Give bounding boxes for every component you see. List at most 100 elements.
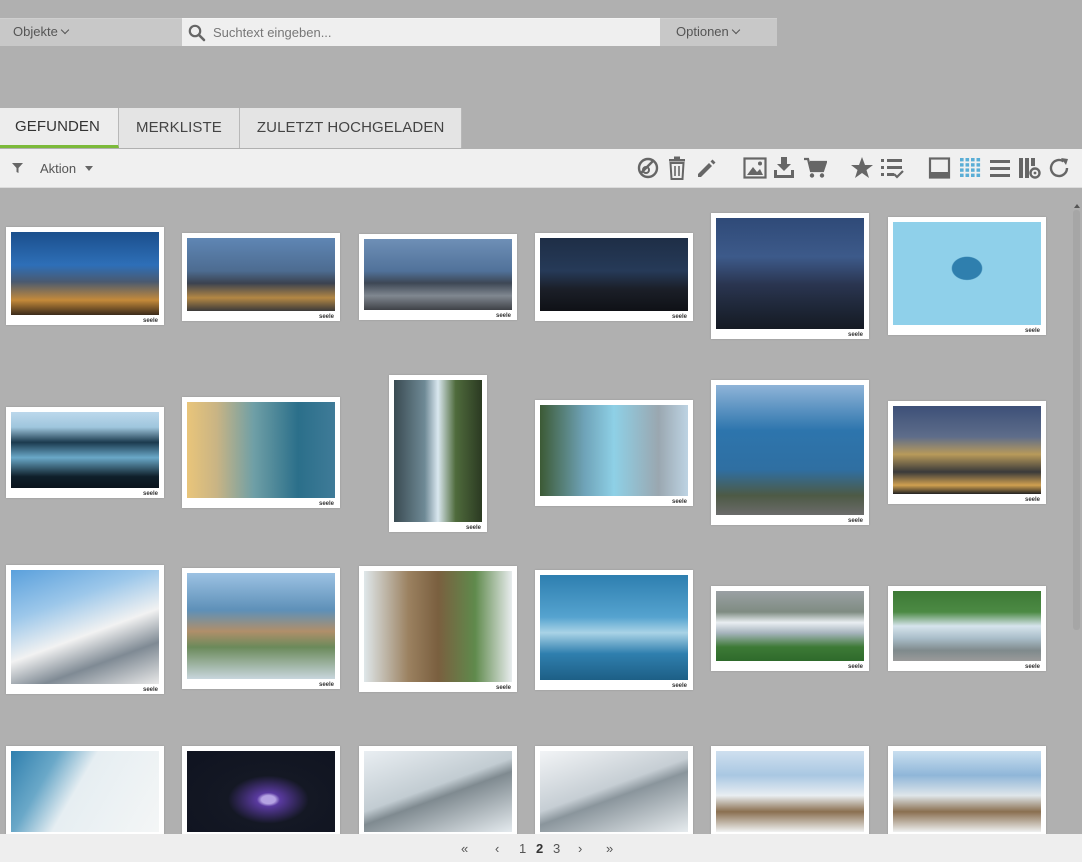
- image-thumbnail[interactable]: seele: [535, 570, 693, 690]
- search-input[interactable]: [213, 25, 633, 40]
- tab-bar: GEFUNDEN MERKLISTE ZULETZT HOCHGELADEN: [0, 108, 463, 148]
- thumbnail-photo: [187, 402, 335, 498]
- image-thumbnail[interactable]: [6, 746, 164, 834]
- grid-view-icon[interactable]: [957, 156, 983, 180]
- thumbnail-photo: [540, 238, 688, 311]
- brand-watermark: seele: [1024, 497, 1040, 503]
- list-view-icon[interactable]: [987, 156, 1013, 180]
- image-thumbnail[interactable]: seele: [888, 586, 1046, 671]
- action-label[interactable]: Aktion: [40, 161, 76, 176]
- image-thumbnail[interactable]: seele: [711, 213, 869, 339]
- image-thumbnail[interactable]: seele: [182, 397, 340, 508]
- brand-watermark: seele: [318, 682, 334, 688]
- cart-icon[interactable]: [802, 156, 828, 180]
- thumbnail-photo: [364, 571, 512, 682]
- image-thumbnail[interactable]: seele: [535, 233, 693, 321]
- chevron-down-icon: [731, 25, 741, 35]
- thumbnail-photo: [364, 751, 512, 832]
- thumbnail-photo: [540, 751, 688, 832]
- thumbnail-photo: [187, 573, 335, 679]
- brand-watermark: seele: [1024, 664, 1040, 670]
- image-thumbnail[interactable]: [182, 746, 340, 834]
- image-thumbnail[interactable]: seele: [182, 233, 340, 321]
- refresh-icon[interactable]: [1046, 156, 1072, 180]
- tab-gefunden[interactable]: GEFUNDEN: [0, 108, 119, 148]
- page-3[interactable]: 3: [553, 841, 560, 856]
- page-2[interactable]: 2: [536, 841, 543, 856]
- trash-icon[interactable]: [664, 156, 690, 180]
- image-thumbnail[interactable]: seele: [888, 217, 1046, 335]
- brand-watermark: seele: [495, 313, 511, 319]
- pagination: « ‹ 1 2 3 › »: [0, 834, 1082, 862]
- thumbnail-photo: [187, 751, 335, 832]
- thumbnail-photo: [716, 751, 864, 832]
- options-dropdown[interactable]: Optionen: [660, 18, 777, 46]
- thumbnail-photo: [893, 751, 1041, 832]
- image-thumbnail[interactable]: seele: [6, 227, 164, 325]
- scrollbar[interactable]: [1072, 190, 1082, 834]
- thumbnail-photo: [187, 238, 335, 311]
- page-1[interactable]: 1: [519, 841, 526, 856]
- objects-dropdown-label: Objekte: [13, 24, 58, 39]
- search-field: [182, 18, 660, 46]
- next-page-button[interactable]: ›: [578, 841, 582, 856]
- image-thumbnail[interactable]: seele: [359, 566, 517, 692]
- thumbnail-photo: [394, 380, 482, 522]
- last-page-button[interactable]: »: [606, 841, 613, 856]
- image-thumbnail[interactable]: [359, 746, 517, 834]
- filter-icon[interactable]: [12, 163, 23, 174]
- brand-watermark: seele: [671, 683, 687, 689]
- brand-watermark: seele: [142, 318, 158, 324]
- single-view-icon[interactable]: [927, 156, 953, 180]
- thumbnail-photo: [364, 239, 512, 310]
- thumbnail-photo: [716, 218, 864, 329]
- search-icon[interactable]: [188, 24, 206, 42]
- thumbnail-photo: [716, 385, 864, 515]
- options-dropdown-label: Optionen: [676, 24, 729, 39]
- tab-merkliste[interactable]: MERKLISTE: [118, 108, 240, 148]
- first-page-button[interactable]: «: [461, 841, 468, 856]
- star-icon[interactable]: [849, 156, 875, 180]
- thumbnail-photo: [11, 412, 159, 488]
- brand-watermark: seele: [671, 499, 687, 505]
- image-thumbnail[interactable]: seele: [888, 401, 1046, 504]
- download-icon[interactable]: [771, 156, 797, 180]
- action-menu[interactable]: Aktion: [12, 149, 94, 188]
- thumbnail-photo: [893, 222, 1041, 325]
- brand-watermark: seele: [318, 314, 334, 320]
- image-thumbnail[interactable]: [535, 746, 693, 834]
- image-thumbnail[interactable]: seele: [711, 380, 869, 525]
- edit-icon[interactable]: [693, 156, 719, 180]
- objects-dropdown[interactable]: Objekte: [0, 18, 182, 46]
- image-icon[interactable]: [742, 156, 768, 180]
- brand-watermark: seele: [847, 332, 863, 338]
- thumbnail-photo: [540, 405, 688, 496]
- image-thumbnail[interactable]: seele: [182, 568, 340, 689]
- thumbnail-photo: [540, 575, 688, 680]
- unlink-icon[interactable]: [635, 156, 661, 180]
- list-check-icon[interactable]: [879, 156, 905, 180]
- image-thumbnail[interactable]: seele: [6, 565, 164, 694]
- brand-watermark: seele: [671, 314, 687, 320]
- image-thumbnail[interactable]: seele: [389, 375, 487, 532]
- image-thumbnail[interactable]: [711, 746, 869, 834]
- image-thumbnail[interactable]: seele: [711, 586, 869, 671]
- brand-watermark: seele: [847, 518, 863, 524]
- brand-watermark: seele: [1024, 328, 1040, 334]
- columns-settings-icon[interactable]: [1016, 156, 1042, 180]
- toolbar: Aktion: [0, 149, 1082, 188]
- image-gallery: seele seele seele seele seele seele seele seele…: [0, 190, 1072, 834]
- image-thumbnail[interactable]: seele: [359, 234, 517, 320]
- tab-zuletzt-hochgeladen[interactable]: ZULETZT HOCHGELADEN: [239, 108, 463, 148]
- image-thumbnail[interactable]: [888, 746, 1046, 834]
- image-thumbnail[interactable]: seele: [535, 400, 693, 506]
- scroll-thumb[interactable]: [1073, 210, 1080, 630]
- thumbnail-photo: [716, 591, 864, 661]
- brand-watermark: seele: [465, 525, 481, 531]
- thumbnail-photo: [11, 232, 159, 315]
- thumbnail-photo: [893, 591, 1041, 661]
- scroll-up-arrow[interactable]: [1074, 204, 1080, 208]
- prev-page-button[interactable]: ‹: [495, 841, 499, 856]
- brand-watermark: seele: [847, 664, 863, 670]
- image-thumbnail[interactable]: seele: [6, 407, 164, 498]
